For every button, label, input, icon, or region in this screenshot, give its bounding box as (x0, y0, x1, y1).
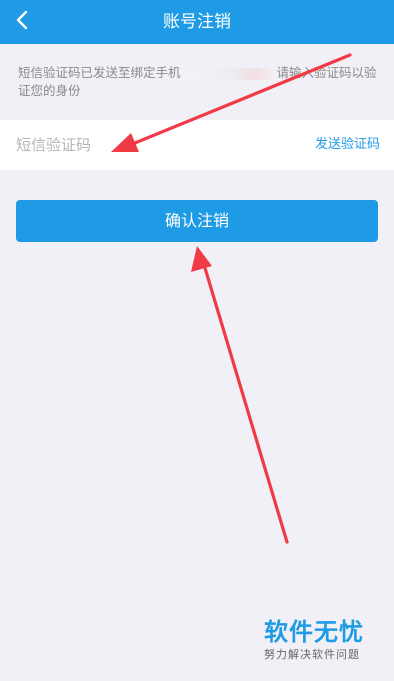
annotation-arrow-to-button (191, 246, 289, 544)
watermark-subtitle: 努力解决软件问题 (264, 648, 360, 661)
app-header: 账号注销 (0, 0, 394, 44)
watermark-title: 软件无忧 (264, 618, 364, 646)
verification-hint: 短信验证码已发送至绑定手机 请输入验证码以验证您的身份 (18, 64, 380, 100)
sms-code-input[interactable] (16, 120, 256, 170)
hint-text-start: 短信验证码已发送至绑定手机 (18, 65, 181, 80)
redacted-phone-number (182, 67, 275, 80)
annotation-arrows (111, 53, 352, 544)
site-watermark: 软件无忧 努力解决软件问题 (264, 617, 384, 673)
send-code-button[interactable]: 发送验证码 (315, 120, 380, 170)
verification-code-row: 发送验证码 (0, 120, 394, 170)
page-title: 账号注销 (163, 12, 231, 32)
confirm-deactivate-button[interactable]: 确认注销 (16, 200, 378, 242)
